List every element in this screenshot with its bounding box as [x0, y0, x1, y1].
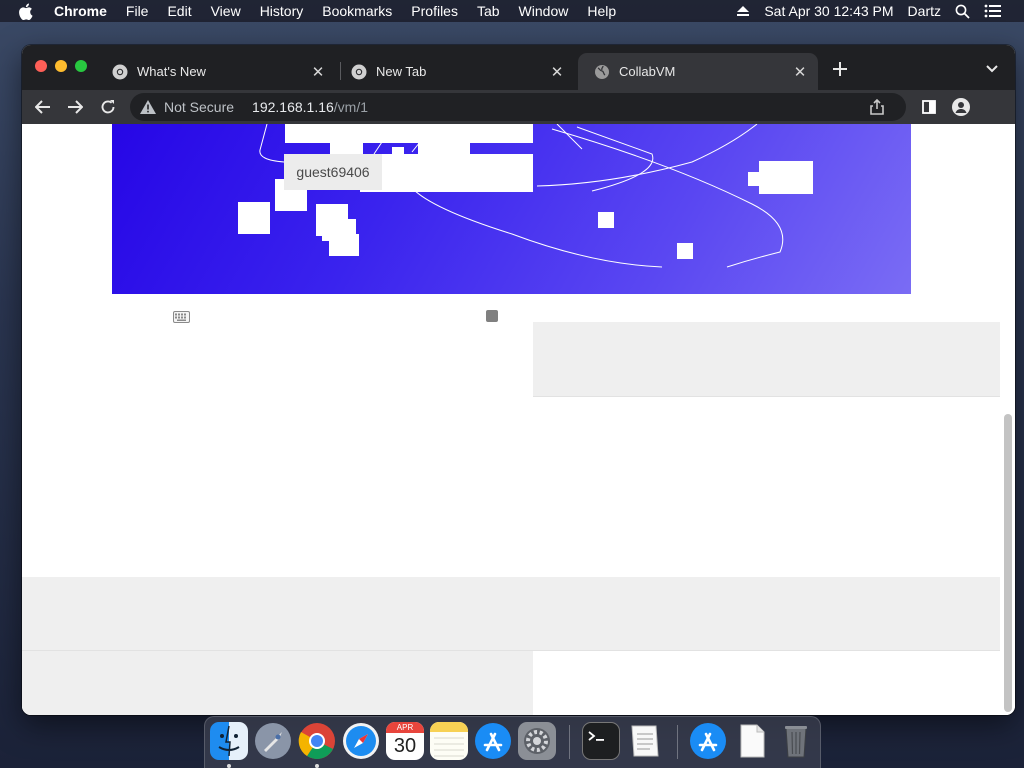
vm-white-block: [285, 124, 533, 143]
share-icon[interactable]: [870, 98, 886, 115]
tab-title: What's New: [137, 64, 206, 79]
page-scrollbar[interactable]: [1004, 414, 1012, 712]
minimize-window-button[interactable]: [55, 60, 67, 72]
apple-logo-icon[interactable]: [18, 3, 38, 20]
browser-toolbar: Not Secure 192.168.1.16 /vm/1: [22, 90, 1015, 124]
safari-icon[interactable]: [342, 722, 380, 760]
terminal-icon[interactable]: [582, 722, 620, 760]
menu-profiles[interactable]: Profiles: [411, 3, 458, 19]
menubar-clock[interactable]: Sat Apr 30 12:43 PM: [764, 3, 893, 19]
tab-search-chevron-icon[interactable]: [983, 60, 1001, 78]
system-preferences-icon[interactable]: [518, 722, 556, 760]
vm-user-tooltip: guest69406: [284, 154, 382, 190]
globe-icon: [594, 64, 610, 80]
vm-white-block: [238, 202, 270, 234]
document-icon[interactable]: [733, 722, 771, 760]
forward-arrow-icon[interactable]: [65, 97, 85, 117]
dock-separator: [677, 725, 678, 759]
calendar-icon[interactable]: APR 30: [386, 722, 424, 760]
chrome-icon[interactable]: [298, 722, 336, 760]
dock-separator: [569, 725, 570, 759]
tab-new-tab[interactable]: New Tab ✕: [335, 53, 575, 90]
back-arrow-icon[interactable]: [33, 97, 53, 117]
calendar-day: 30: [393, 735, 417, 757]
eject-icon[interactable]: [736, 5, 750, 17]
menu-history[interactable]: History: [260, 3, 304, 19]
address-bar[interactable]: Not Secure 192.168.1.16 /vm/1: [130, 93, 906, 121]
dock: APR 30: [204, 716, 821, 768]
user-list-panel: [533, 322, 1000, 397]
tab-collabvm[interactable]: CollabVM ✕: [578, 53, 818, 90]
vm-white-block: [360, 154, 533, 192]
vm-display[interactable]: [112, 124, 911, 294]
reload-icon[interactable]: [98, 97, 118, 117]
keyboard-icon[interactable]: [173, 310, 190, 323]
security-status-label[interactable]: Not Secure: [164, 99, 234, 115]
side-panel-icon[interactable]: [919, 97, 939, 117]
chat-panel: [22, 577, 1000, 651]
finder-icon[interactable]: [210, 722, 248, 760]
chrome-icon: [351, 64, 367, 80]
vm-white-block: [598, 212, 614, 228]
profile-avatar-icon[interactable]: [951, 97, 971, 117]
url-path: /vm/1: [333, 99, 369, 115]
tab-strip: What's New ✕ New Tab ✕ CollabVM ✕: [22, 45, 1015, 90]
tab-title: CollabVM: [619, 64, 676, 79]
app-store-icon[interactable]: [474, 722, 512, 760]
tab-title: New Tab: [376, 64, 427, 79]
running-indicator: [227, 764, 231, 768]
menu-edit[interactable]: Edit: [167, 3, 191, 19]
warning-triangle-icon[interactable]: [140, 99, 156, 115]
calendar-month: APR: [386, 722, 424, 733]
close-tab-icon[interactable]: ✕: [549, 64, 565, 81]
control-center-icon[interactable]: [984, 4, 1002, 18]
menu-file[interactable]: File: [126, 3, 149, 19]
textedit-icon[interactable]: [626, 722, 664, 760]
vm-white-block: [748, 172, 762, 186]
zoom-window-button[interactable]: [75, 60, 87, 72]
close-tab-icon[interactable]: ✕: [310, 64, 326, 81]
menu-help[interactable]: Help: [587, 3, 616, 19]
menu-view[interactable]: View: [211, 3, 241, 19]
close-tab-icon[interactable]: ✕: [792, 64, 808, 81]
vm-white-block: [759, 161, 813, 194]
page-viewport: guest69406: [22, 124, 1015, 715]
notes-icon[interactable]: [430, 722, 468, 760]
menubar-user[interactable]: Dartz: [908, 3, 941, 19]
menu-app-chrome[interactable]: Chrome: [54, 3, 107, 19]
vm-drawing-strokes: [259, 124, 784, 268]
menu-tab[interactable]: Tab: [477, 3, 500, 19]
new-tab-icon[interactable]: [830, 59, 850, 79]
chrome-icon: [112, 64, 128, 80]
menu-bar: Chrome File Edit View History Bookmarks …: [0, 0, 1024, 22]
app-store-icon[interactable]: [689, 722, 727, 760]
trash-icon[interactable]: [777, 722, 815, 760]
tab-whats-new[interactable]: What's New ✕: [96, 53, 336, 90]
running-indicator: [315, 764, 319, 768]
vm-white-block: [329, 234, 359, 256]
browser-window: What's New ✕ New Tab ✕ CollabVM ✕ Not Se…: [22, 45, 1015, 715]
stop-square-icon[interactable]: [486, 310, 498, 322]
chat-input-area[interactable]: [22, 651, 533, 715]
url-host: 192.168.1.16: [252, 99, 334, 115]
launchpad-icon[interactable]: [254, 722, 292, 760]
vm-white-block: [677, 243, 693, 259]
close-window-button[interactable]: [35, 60, 47, 72]
menu-window[interactable]: Window: [519, 3, 569, 19]
spotlight-search-icon[interactable]: [955, 4, 970, 19]
menu-bookmarks[interactable]: Bookmarks: [322, 3, 392, 19]
